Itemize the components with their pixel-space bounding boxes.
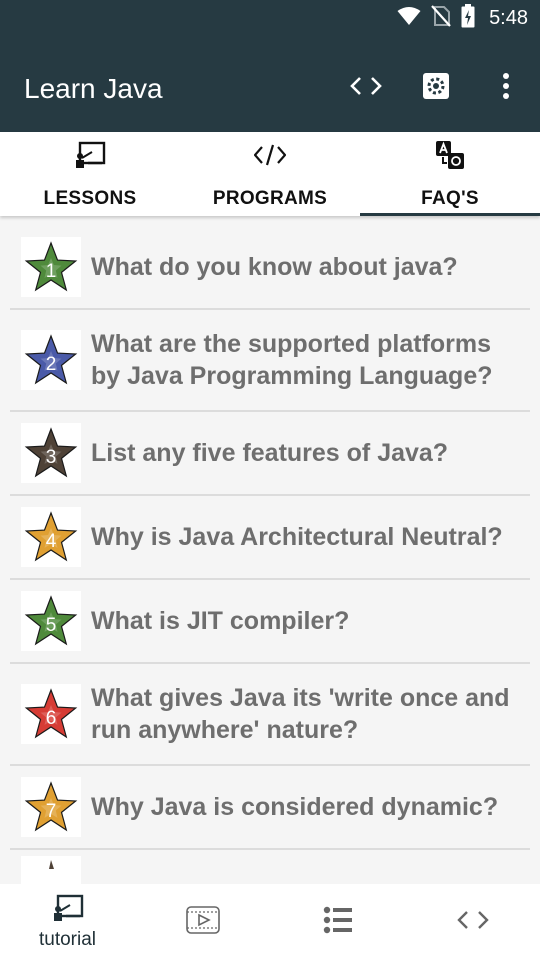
more-vert-icon [502,72,510,104]
faq-item[interactable]: 1 What do you know about java? [10,226,530,310]
lessons-icon [73,140,107,170]
star-number: 6 [46,708,57,729]
appbar-actions [346,68,526,108]
faq-question: What is JIT compiler? [91,607,350,635]
faq-question: Why Java is considered dynamic? [91,793,499,821]
faq-question: What are the supported platforms by Java… [91,330,493,390]
translate-icon [433,140,467,170]
faq-item[interactable]: 3 List any five features of Java? [10,412,530,496]
tab-lessons-label: LESSONS [43,188,137,209]
star-icon: 7 [24,781,78,832]
list-icon [323,905,353,940]
tab-faqs[interactable]: FAQ'S [360,132,540,216]
nav-code[interactable] [405,884,540,960]
star-icon: 6 [24,688,78,739]
battery-charging-icon [461,3,475,33]
wifi-icon [397,6,421,31]
nav-tutorial-label: tutorial [38,928,97,950]
lessons-icon [52,894,84,927]
tab-active-indicator [360,213,540,216]
code-icon [253,140,287,170]
star-icon: 5 [24,595,78,646]
star-badge: 3 [21,423,81,483]
faq-question: What do you know about java? [91,253,458,281]
app-title: Learn Java [24,73,163,104]
status-time: 5:48 [489,6,528,29]
partial-list-item [21,856,81,884]
status-icons: 5:48 [397,3,528,33]
settings-icon [422,72,450,105]
faq-item[interactable]: 5 What is JIT compiler? [10,580,530,664]
star-badge: 2 [21,330,81,390]
app-bar: Learn Java [0,36,540,132]
code-button[interactable] [346,68,386,108]
star-badge: 6 [21,684,81,744]
star-number: 4 [46,531,57,552]
code-icon [456,910,489,935]
faq-item[interactable]: 4 Why is Java Architectural Neutral? [10,496,530,580]
star-icon: 3 [24,427,78,478]
faq-list: 1 What do you know about java? 2 What are t… [10,226,530,850]
faq-item[interactable]: 2 What are the supported platforms by Jav… [10,310,530,412]
star-number: 5 [46,615,57,636]
star-badge: 5 [21,591,81,651]
faq-item[interactable]: 7 Why Java is considered dynamic? [10,766,530,850]
tab-faqs-label: FAQ'S [421,188,479,209]
tab-programs-label: PROGRAMS [212,188,328,209]
more-options-button[interactable] [486,68,526,108]
faq-item[interactable]: 6 What gives Java its 'write once and run… [10,664,530,766]
settings-button[interactable] [416,68,456,108]
faq-question: What gives Java its 'write once and run … [91,684,510,744]
star-badge: 7 [21,777,81,837]
faq-question: List any five features of Java? [91,439,449,467]
star-number: 7 [46,801,57,822]
star-number: 3 [46,447,57,468]
video-icon [185,905,221,940]
code-icon [350,76,382,101]
star-icon: 4 [24,511,78,562]
star-icon [49,860,54,869]
star-number: 1 [46,261,57,282]
star-badge: 4 [21,507,81,567]
star-number: 2 [46,354,57,375]
star-icon: 2 [24,334,78,385]
tab-lessons[interactable]: LESSONS [0,132,180,216]
faq-question: Why is Java Architectural Neutral? [91,523,503,551]
tab-bar: LESSONS PROGRAMS FAQ'S [0,132,540,216]
tab-programs[interactable]: PROGRAMS [180,132,360,216]
nav-video[interactable] [135,884,270,960]
status-bar: 5:48 [0,0,540,36]
nav-tutorial[interactable]: tutorial [0,884,135,960]
bottom-nav: tutorial [0,884,540,960]
star-badge: 1 [21,237,81,297]
no-sim-icon [431,4,451,32]
star-icon: 1 [24,241,78,292]
nav-list[interactable] [270,884,405,960]
